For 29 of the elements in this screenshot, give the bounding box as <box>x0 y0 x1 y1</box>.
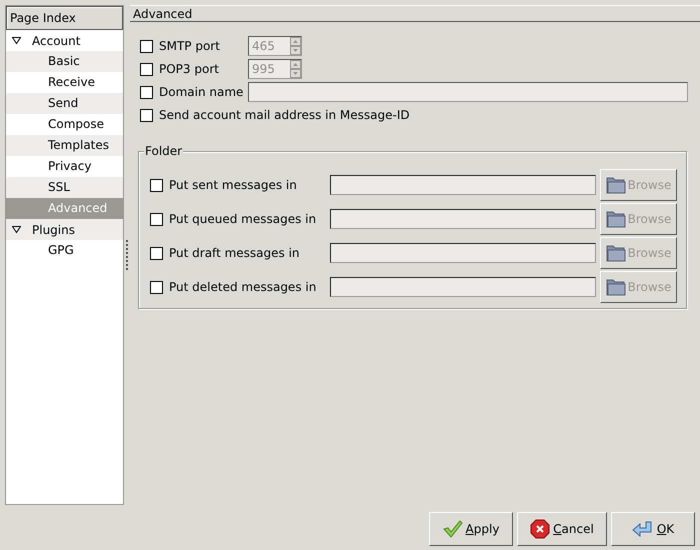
option-label: POP3 port <box>159 61 220 78</box>
folder-icon <box>606 210 626 228</box>
triangle-down-icon[interactable] <box>12 225 20 234</box>
tree-item[interactable]: Basic <box>6 51 123 72</box>
folder-icon <box>606 176 626 194</box>
return-arrow-icon <box>632 520 654 538</box>
triangle-down-icon[interactable] <box>12 36 20 45</box>
page-title: Advanced <box>130 5 700 22</box>
tree-item[interactable]: SSL <box>6 177 123 198</box>
apply-button[interactable]: Apply <box>429 512 513 546</box>
stop-sign-icon <box>530 519 550 539</box>
tree-item[interactable]: Templates <box>6 135 123 156</box>
folder-icon <box>606 278 626 296</box>
ok-button[interactable]: OK <box>611 512 695 546</box>
tree-item[interactable]: Plugins <box>6 219 123 240</box>
option-label: Put queued messages in <box>169 211 318 228</box>
cancel-button[interactable]: Cancel <box>517 512 607 546</box>
checkbox[interactable] <box>140 108 153 122</box>
folder-icon <box>606 244 626 262</box>
option-label: Put draft messages in <box>169 245 301 262</box>
option-label: Put deleted messages in <box>169 279 318 296</box>
option-label: Send account mail address in Message-ID <box>159 107 410 124</box>
splitter-handle-icon[interactable] <box>126 239 128 271</box>
checkmark-icon <box>442 520 463 538</box>
option-label: Put sent messages in <box>169 177 298 194</box>
column-header[interactable]: Page Index <box>6 6 123 30</box>
option-label: SMTP port <box>159 38 221 55</box>
option-label: Domain name <box>159 84 244 101</box>
tree-item[interactable]: Send <box>6 93 123 114</box>
